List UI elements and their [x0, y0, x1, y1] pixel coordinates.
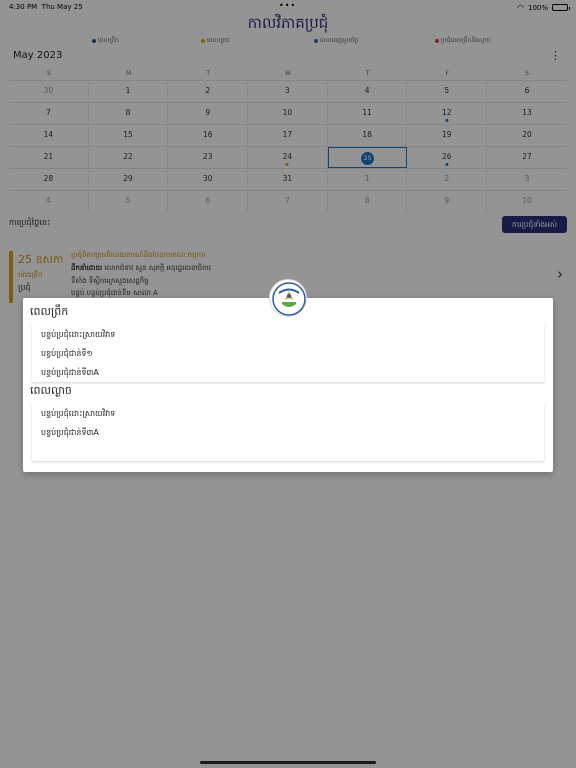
ministry-logo-icon	[269, 279, 307, 317]
room-item[interactable]: បន្ទប់ប្រជុំដោះស្រាយវិវាទ	[32, 325, 544, 344]
room-item[interactable]: បន្ទប់ប្រជុំជាន់ទី៣A	[32, 363, 544, 382]
evening-section-header: ពេលល្ងាច	[30, 384, 72, 397]
room-schedule-modal: ពេលព្រឹក បន្ទប់ប្រជុំដោះស្រាយវិវាទ បន្ទប…	[23, 298, 553, 472]
morning-room-list: បន្ទប់ប្រជុំដោះស្រាយវិវាទ បន្ទប់ប្រជុំជា…	[32, 325, 544, 382]
logo-emblem-icon	[272, 282, 306, 316]
room-item[interactable]: បន្ទប់ប្រជុំជាន់ទី៣A	[32, 423, 544, 442]
room-item[interactable]: បន្ទប់ប្រជុំជាន់ទី១	[32, 344, 544, 363]
morning-section-header: ពេលព្រឹក	[30, 305, 69, 318]
room-item[interactable]: បន្ទប់ប្រជុំដោះស្រាយវិវាទ	[32, 404, 544, 423]
evening-room-list: បន្ទប់ប្រជុំដោះស្រាយវិវាទ បន្ទប់ប្រជុំជា…	[32, 404, 544, 461]
home-indicator	[200, 761, 376, 764]
